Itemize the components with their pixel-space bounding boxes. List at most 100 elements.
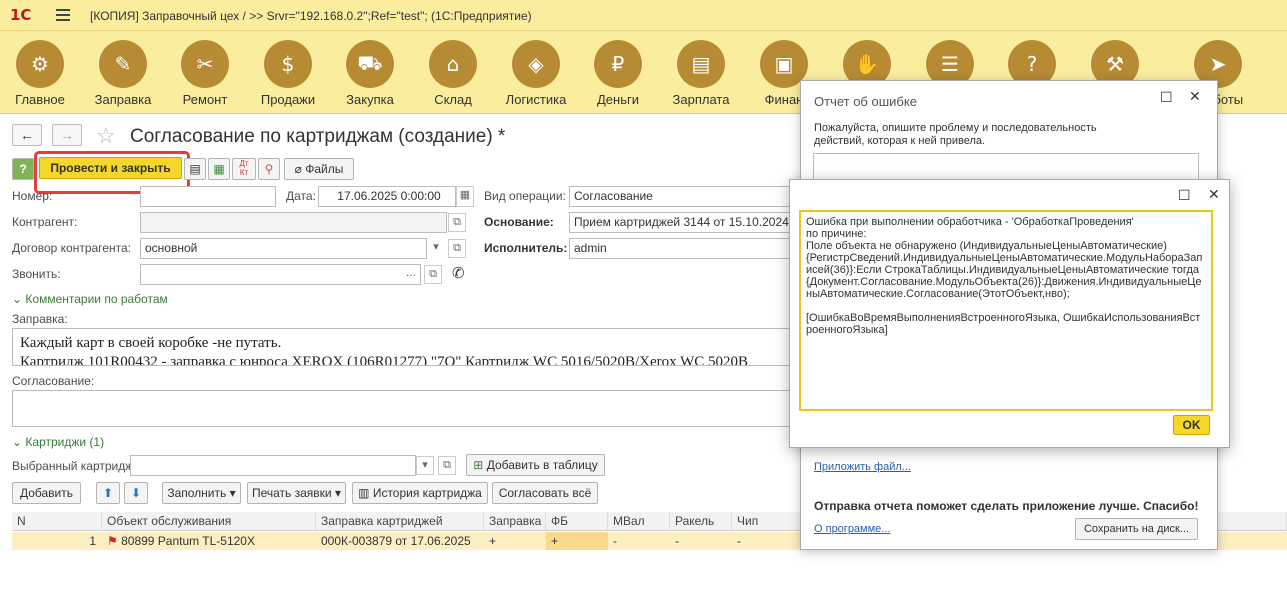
section-ремонт[interactable]: ✂ Ремонт bbox=[165, 40, 245, 107]
table-cell-mval: - bbox=[613, 534, 617, 548]
basis-field[interactable]: Прием картриджей 3144 от 15.10.2024 bbox=[569, 212, 800, 233]
column-header[interactable]: МВал bbox=[608, 512, 670, 531]
cartridges-group-toggle[interactable]: ⌄ Картриджи (1) bbox=[12, 435, 104, 449]
report-prompt: Пожалуйста, опишите проблему и последова… bbox=[814, 122, 1097, 147]
phone-icon[interactable]: ✆ bbox=[452, 264, 465, 282]
selected-cartridge-label: Выбранный картридж: bbox=[12, 459, 137, 473]
column-header[interactable]: Объект обслуживания bbox=[102, 512, 316, 531]
warehouse-icon: ⌂ bbox=[429, 40, 477, 88]
agree-all-button[interactable]: Согласовать всё bbox=[492, 482, 598, 504]
number-field[interactable] bbox=[140, 186, 276, 207]
contract-field[interactable]: основной bbox=[140, 238, 427, 259]
operation-field[interactable]: Согласование bbox=[569, 186, 800, 207]
section-label: Склад bbox=[434, 92, 472, 107]
column-header[interactable]: Заправка bbox=[484, 512, 546, 531]
arrow-up-icon: ⬆ bbox=[102, 486, 114, 500]
call-field[interactable] bbox=[140, 264, 421, 285]
refill-note-line: Каждый карт в своей коробке -не путать. bbox=[20, 335, 282, 351]
section-продажи[interactable]: $ Продажи bbox=[248, 40, 328, 107]
selected-cartridge-dropdown[interactable]: ▾ bbox=[416, 456, 434, 475]
section-заправка[interactable]: ✎ Заправка bbox=[83, 40, 163, 107]
wallet-icon: ▤ bbox=[677, 40, 725, 88]
back-button[interactable]: ← bbox=[12, 124, 42, 146]
open-counterparty-button[interactable]: ⧉ bbox=[448, 213, 466, 232]
comments-group-toggle[interactable]: ⌄ Комментарии по работам bbox=[12, 292, 168, 306]
menu-icon[interactable] bbox=[56, 9, 70, 21]
open-call-button[interactable]: ⧉ bbox=[424, 265, 442, 284]
move-down-button[interactable]: ⬇ bbox=[124, 482, 148, 504]
open-contract-button[interactable]: ⧉ bbox=[448, 239, 466, 258]
dropdown-arrow-icon: ▾ bbox=[334, 486, 342, 500]
call-select-button[interactable]: … bbox=[402, 265, 420, 284]
fill-button[interactable]: Заполнить ▾ bbox=[162, 482, 241, 504]
cartridge-history-button[interactable]: ▥ История картриджа bbox=[352, 482, 488, 504]
title-bar: 1С [КОПИЯ] Заправочный цех / >> Srvr="19… bbox=[0, 0, 1287, 31]
section-главное[interactable]: ⚙ Главное bbox=[0, 40, 80, 107]
date-field[interactable]: 17.06.2025 0:00:00 bbox=[318, 186, 456, 207]
report-dialog-title: Отчет об ошибке bbox=[814, 94, 917, 109]
add-button[interactable]: Добавить bbox=[12, 482, 81, 504]
executor-label: Исполнитель: bbox=[484, 241, 568, 255]
open-cartridge-button[interactable]: ⧉ bbox=[438, 456, 456, 475]
table-cell-n: 1 bbox=[89, 534, 96, 548]
attach-file-link[interactable]: Приложить файл... bbox=[814, 461, 911, 473]
object-name: 80899 Pantum TL-5120X bbox=[121, 534, 255, 548]
section-логистика[interactable]: ◈ Логистика bbox=[496, 40, 576, 107]
section-зарплата[interactable]: ▤ Зарплата bbox=[661, 40, 741, 107]
close-icon[interactable]: ✕ bbox=[1208, 187, 1220, 203]
table-cell-fb: + bbox=[546, 532, 608, 550]
help-button[interactable]: ? bbox=[12, 158, 34, 180]
add-row-icon: ⊞ bbox=[473, 458, 484, 472]
section-склад[interactable]: ⌂ Склад bbox=[413, 40, 493, 107]
post-button[interactable]: ▦ bbox=[208, 158, 230, 180]
section-label: Зарплата bbox=[672, 92, 730, 107]
column-header[interactable]: Ракель bbox=[670, 512, 732, 531]
section-закупка[interactable]: ⛟ Закупка bbox=[330, 40, 410, 107]
form-title: Согласование по картриджам (создание) * bbox=[130, 126, 506, 147]
move-up-button[interactable]: ⬆ bbox=[96, 482, 120, 504]
chevron-down-icon: ⌄ bbox=[12, 292, 23, 306]
section-деньги[interactable]: ₽ Деньги bbox=[578, 40, 658, 107]
column-header[interactable]: N bbox=[12, 512, 102, 531]
save-button[interactable]: ▤ bbox=[184, 158, 206, 180]
about-link[interactable]: О программе... bbox=[814, 523, 890, 535]
print-requests-button[interactable]: Печать заявки ▾ bbox=[247, 482, 346, 504]
counterparty-field[interactable] bbox=[140, 212, 447, 233]
cart-icon: ⛟ bbox=[346, 40, 394, 88]
refill-notes-field[interactable]: Каждый карт в своей коробке -не путать. … bbox=[12, 328, 812, 366]
contract-dropdown[interactable]: ▾ bbox=[427, 239, 445, 258]
operation-label: Вид операции: bbox=[484, 189, 566, 203]
forward-button[interactable]: → bbox=[52, 124, 82, 146]
add-to-table-button[interactable]: ⊞ Добавить в таблицу bbox=[466, 454, 605, 476]
contract-label: Договор контрагента: bbox=[12, 241, 131, 255]
selected-cartridge-field[interactable] bbox=[130, 455, 416, 476]
date-label: Дата: bbox=[286, 189, 316, 203]
agree-notes-field[interactable] bbox=[12, 390, 812, 427]
save-to-disk-button[interactable]: Сохранить на диск... bbox=[1075, 518, 1198, 540]
chevron-down-icon: ▾ bbox=[422, 459, 428, 471]
post-doc-icon: ▦ bbox=[213, 162, 225, 176]
agree-label: Согласование: bbox=[12, 374, 95, 388]
table-cell-object: ⚑ 80899 Pantum TL-5120X bbox=[102, 532, 316, 550]
open-icon: ⧉ bbox=[453, 216, 461, 228]
ok-button[interactable]: OK bbox=[1173, 415, 1210, 435]
maximize-icon[interactable]: ☐ bbox=[1160, 90, 1173, 106]
calendar-button[interactable]: ▦ bbox=[456, 186, 474, 207]
favorite-star-icon[interactable]: ☆ bbox=[96, 123, 116, 149]
history-icon: ▥ bbox=[358, 486, 370, 500]
basis-label: Основание: bbox=[484, 215, 554, 229]
structure-button[interactable]: ⚲ bbox=[258, 158, 280, 180]
section-label: Закупка bbox=[346, 92, 394, 107]
maximize-icon[interactable]: ☐ bbox=[1178, 188, 1191, 204]
hierarchy-icon: ⚲ bbox=[264, 162, 274, 176]
gears-icon: ⚙ bbox=[16, 40, 64, 88]
files-button[interactable]: ⌀ Файлы bbox=[284, 158, 354, 180]
close-icon[interactable]: ✕ bbox=[1189, 89, 1201, 105]
column-header[interactable]: Заправка картриджей bbox=[316, 512, 484, 531]
column-header[interactable]: ФБ bbox=[546, 512, 608, 531]
executor-field[interactable]: admin bbox=[569, 238, 800, 259]
dt-kt-button[interactable]: Дт Кт bbox=[232, 158, 256, 180]
money-bag-icon: ₽ bbox=[594, 40, 642, 88]
route-icon: ◈ bbox=[512, 40, 560, 88]
chevron-down-icon: ▾ bbox=[433, 241, 439, 253]
